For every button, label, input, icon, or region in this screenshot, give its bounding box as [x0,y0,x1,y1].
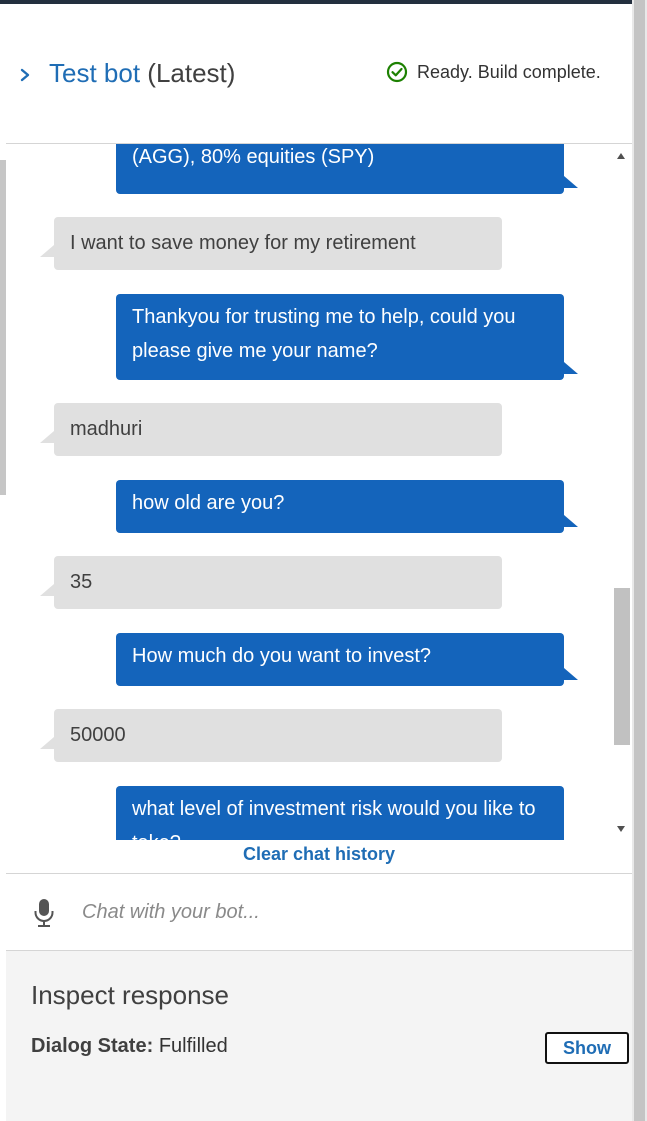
user-message: 50000 [40,709,502,762]
show-button[interactable]: Show [545,1032,629,1064]
bot-message: (AGG), 80% equities (SPY) [116,144,578,194]
build-status-text: Ready. Build complete. [417,61,601,82]
scroll-down-arrow-icon[interactable] [617,826,625,832]
bot-message: what level of investment risk would you … [116,786,564,840]
test-bot-panel: Test bot (Latest) Ready. Build complete.… [6,4,632,1121]
panel-title: Test bot (Latest) [49,58,235,89]
bot-message: How much do you want to invest? [116,633,578,686]
chat-scrollbar[interactable] [612,144,632,840]
dialog-state: Dialog State: Fulfilled [31,1035,228,1058]
microphone-icon[interactable] [33,898,55,928]
chat-input-row [6,873,632,951]
clear-chat-history-button[interactable]: Clear chat history [6,844,632,865]
chat-scrollbar-thumb[interactable] [614,588,630,745]
test-bot-link[interactable]: Test bot [49,58,140,88]
chat-input[interactable] [74,894,610,930]
inspect-response-section: Inspect response Dialog State: Fulfilled… [6,951,632,1121]
scroll-up-arrow-icon[interactable] [617,153,625,159]
panel-header: Test bot (Latest) Ready. Build complete. [6,4,632,144]
dialog-state-value: Fulfilled [158,1035,228,1057]
user-message: madhuri [40,403,502,456]
page-scrollbar[interactable] [632,0,647,1121]
build-status: Ready. Build complete. [386,61,601,83]
version-label: (Latest) [147,58,236,88]
dialog-state-label: Dialog State: [31,1035,154,1057]
check-circle-icon [386,61,408,83]
page-scrollbar-thumb[interactable] [634,0,645,1121]
chevron-right-icon[interactable] [16,64,34,86]
chat-history[interactable]: (AGG), 80% equities (SPY) I want to save… [6,144,632,840]
inspect-response-heading: Inspect response [31,980,230,1010]
bot-message: Thankyou for trusting me to help, could … [116,294,578,380]
bot-message: how old are you? [116,480,578,533]
user-message: I want to save money for my retirement [40,217,502,270]
user-message: 35 [40,556,502,609]
